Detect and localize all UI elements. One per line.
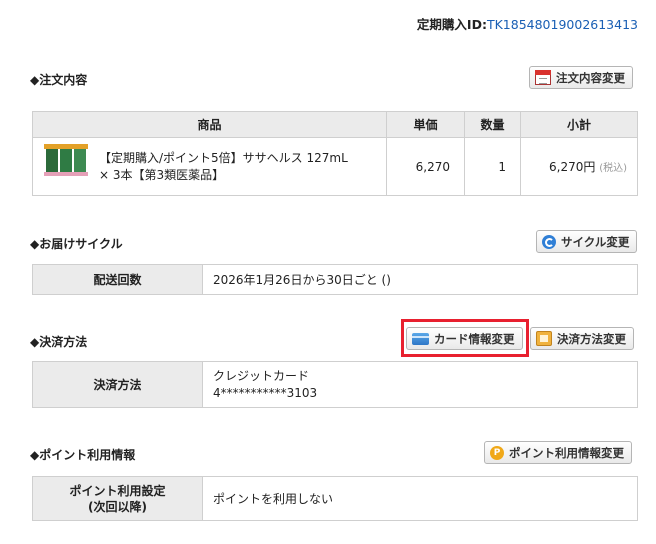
points-setting-label: ポイント利用設定 (次回以降)	[32, 476, 203, 521]
table-row: ポイント利用設定 (次回以降) ポイントを利用しない	[32, 476, 638, 521]
product-name-line2: × 3本【第3類医薬品】	[99, 168, 225, 182]
point-coin-icon: P	[490, 445, 504, 460]
card-change-label: カード情報変更	[434, 331, 515, 346]
payment-method-label: 決済方法	[32, 361, 203, 408]
cycle-change-label: サイクル変更	[561, 234, 630, 249]
table-row: 【定期購入/ポイント5倍】ササヘルス 127mL × 3本【第3類医薬品】 6,…	[32, 137, 638, 196]
points-setting-label-line2: (次回以降)	[88, 499, 147, 514]
header-quantity: 数量	[464, 111, 521, 138]
order-change-label: 注文内容変更	[556, 70, 625, 85]
cycle-change-button[interactable]: サイクル変更	[536, 230, 638, 253]
order-change-button[interactable]: 注文内容変更	[529, 66, 633, 89]
order-contents-title: ◆注文内容	[30, 73, 88, 87]
delivery-count-value: 2026年1月26日から30日ごと ()	[202, 264, 638, 295]
unit-price-cell: 6,270	[386, 137, 465, 196]
card-number-masked: 4***********3103	[213, 385, 318, 400]
delivery-count-label: 配送回数	[32, 264, 203, 295]
header-unit-price: 単価	[386, 111, 465, 138]
order-id-value: TK18548019002613413	[486, 17, 638, 32]
table-row: 決済方法 クレジットカード 4***********3103	[32, 361, 638, 408]
subtotal-value: 6,270円	[549, 160, 596, 174]
table-row: 配送回数 2026年1月26日から30日ごと ()	[32, 264, 638, 295]
payment-method-name: クレジットカード	[213, 368, 310, 383]
quantity-cell: 1	[464, 137, 521, 196]
points-setting-value: ポイントを利用しない	[202, 476, 638, 521]
order-id: 定期購入ID:TK18548019002613413	[417, 14, 638, 33]
points-title: ◆ポイント利用情報	[30, 448, 136, 462]
delivery-cycle-title: ◆お届けサイクル	[30, 237, 123, 251]
header-subtotal: 小計	[520, 111, 638, 138]
payment-table: 決済方法 クレジットカード 4***********3103	[32, 361, 638, 408]
credit-card-icon	[412, 332, 429, 345]
order-table-header: 商品 単価 数量 小計	[32, 111, 638, 138]
payment-method-change-button[interactable]: 決済方法変更	[530, 327, 634, 350]
calendar-icon	[535, 70, 551, 85]
points-change-button[interactable]: P ポイント利用情報変更	[484, 441, 632, 464]
product-thumbnail[interactable]	[44, 144, 88, 176]
tax-note: (税込)	[599, 163, 627, 174]
payment-method-change-label: 決済方法変更	[557, 331, 626, 346]
points-setting-label-line1: ポイント利用設定	[69, 483, 166, 498]
card-change-button[interactable]: カード情報変更	[406, 327, 523, 350]
cycle-icon	[542, 234, 556, 249]
delivery-table: 配送回数 2026年1月26日から30日ごと ()	[32, 264, 638, 295]
points-table: ポイント利用設定 (次回以降) ポイントを利用しない	[32, 476, 638, 521]
header-product: 商品	[32, 111, 387, 138]
order-table: 商品 単価 数量 小計 【定期購入/ポイント5倍】ササヘルス 127mL × 3…	[32, 111, 638, 196]
payment-method-icon	[536, 331, 552, 346]
payment-title: ◆決済方法	[30, 335, 88, 349]
points-change-label: ポイント利用情報変更	[509, 445, 624, 460]
order-id-label: 定期購入ID:	[416, 17, 487, 32]
subtotal-cell: 6,270円 (税込)	[520, 137, 638, 196]
product-cell: 【定期購入/ポイント5倍】ササヘルス 127mL × 3本【第3類医薬品】	[32, 137, 387, 196]
payment-method-value: クレジットカード 4***********3103	[202, 361, 638, 408]
product-name-line1: 【定期購入/ポイント5倍】ササヘルス 127mL	[99, 151, 348, 165]
